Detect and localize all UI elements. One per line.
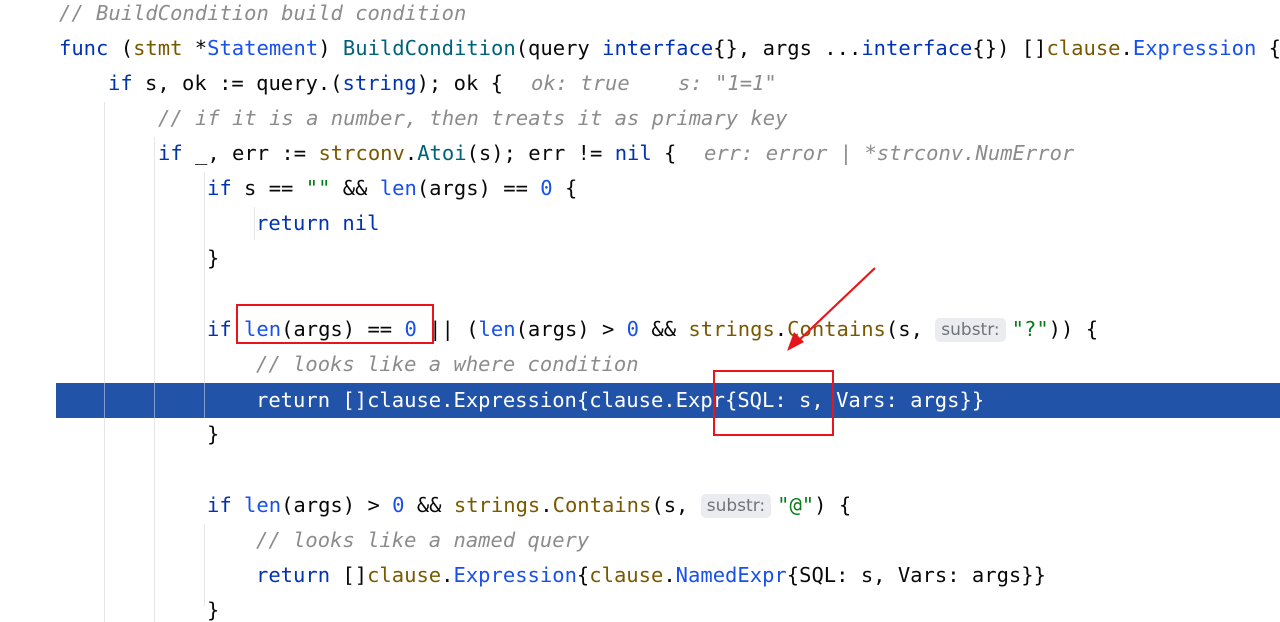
- annotation-arrow: [787, 267, 876, 351]
- code-editor[interactable]: // BuildCondition build condition func (…: [0, 0, 1280, 622]
